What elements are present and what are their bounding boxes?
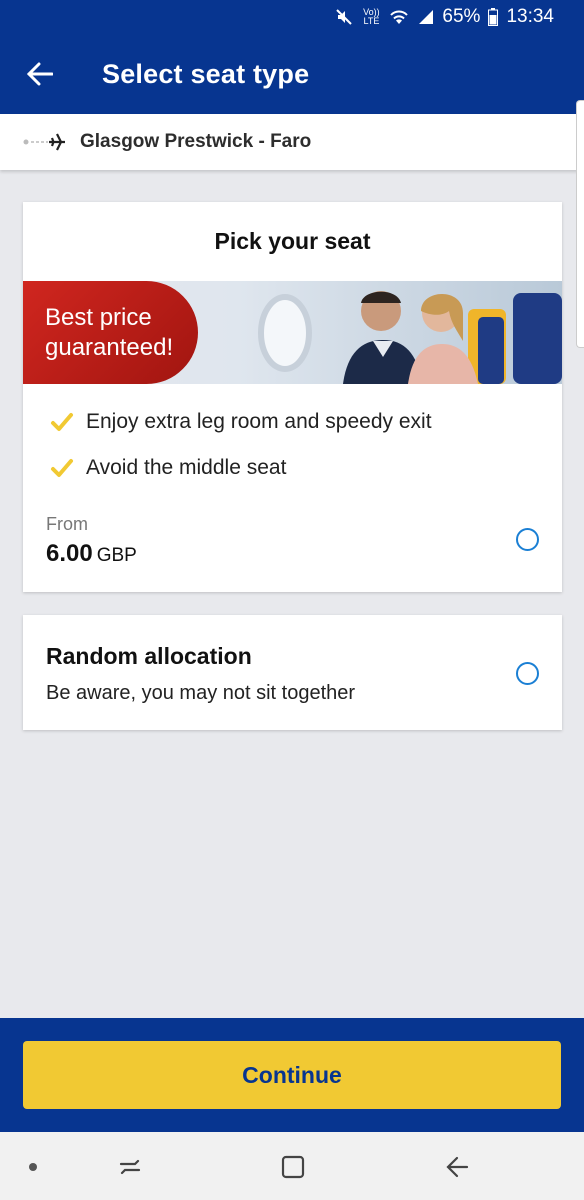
seat-price: 6.00 GBP	[46, 540, 137, 568]
battery-percent: 65%	[442, 6, 481, 27]
page-title: Select seat type	[102, 58, 310, 89]
checkmark-icon	[50, 410, 74, 434]
random-allocation-radio[interactable]	[516, 662, 539, 685]
benefit-text: Enjoy extra leg room and speedy exit	[86, 410, 432, 433]
banner-text-line2: guaranteed!	[45, 334, 174, 361]
home-button[interactable]	[278, 1152, 308, 1182]
random-allocation-subtitle: Be aware, you may not sit together	[46, 682, 356, 704]
pick-seat-title: Pick your seat	[214, 228, 371, 254]
promo-banner: Best price guaranteed!	[23, 281, 562, 384]
back-arrow-icon	[446, 1156, 469, 1178]
route-text: Glasgow Prestwick - Faro	[80, 131, 312, 152]
route-bar: Glasgow Prestwick - Faro	[0, 114, 584, 170]
dot-indicator-icon	[18, 1152, 48, 1182]
system-nav-bar	[0, 1132, 584, 1200]
mute-icon	[334, 7, 354, 27]
wifi-icon	[388, 8, 410, 26]
pick-seat-radio[interactable]	[516, 528, 539, 551]
system-back-button[interactable]	[442, 1152, 472, 1182]
clock: 13:34	[506, 6, 554, 27]
home-icon	[281, 1155, 305, 1179]
signal-icon	[418, 9, 434, 25]
plane-icon	[23, 133, 65, 151]
price-currency: GBP	[96, 545, 137, 566]
continue-button[interactable]: Continue	[23, 1041, 561, 1109]
best-price-badge: Best price guaranteed!	[23, 281, 198, 384]
pick-seat-card[interactable]: Pick your seat Best price guaranteed! En…	[23, 202, 562, 592]
from-label: From	[46, 514, 88, 534]
checkmark-icon	[50, 456, 74, 480]
volte-icon: Vo)) LTE	[363, 7, 380, 26]
benefit-text: Avoid the middle seat	[86, 456, 287, 479]
status-bar: Vo)) LTE 65% 13:34	[0, 0, 584, 34]
recent-apps-button[interactable]	[115, 1152, 145, 1182]
benefit-item: Enjoy extra leg room and speedy exit	[50, 410, 432, 434]
back-button[interactable]	[0, 34, 80, 114]
banner-text-line1: Best price	[45, 304, 152, 331]
scrollbar[interactable]	[576, 100, 584, 348]
random-allocation-title: Random allocation	[46, 643, 252, 669]
app-bar: Select seat type	[0, 34, 584, 114]
battery-icon	[488, 8, 499, 26]
arrow-left-icon	[27, 62, 53, 86]
price-amount: 6.00	[46, 540, 93, 567]
bottom-bar: Continue	[0, 1018, 584, 1132]
benefit-item: Avoid the middle seat	[50, 456, 286, 480]
recent-apps-icon	[119, 1159, 141, 1175]
random-allocation-card[interactable]: Random allocation Be aware, you may not …	[23, 615, 562, 730]
